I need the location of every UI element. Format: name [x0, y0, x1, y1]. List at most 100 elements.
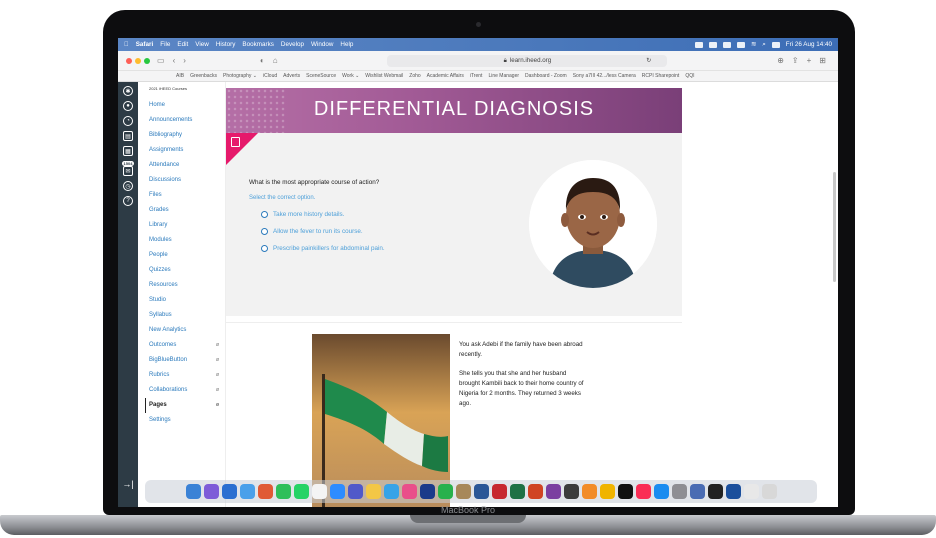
tab-overview-icon[interactable]: ⊞: [819, 56, 826, 65]
history-icon[interactable]: ◷: [123, 181, 133, 191]
notes-icon[interactable]: [365, 484, 381, 499]
favorite-link[interactable]: Adverts: [283, 73, 300, 79]
home-icon[interactable]: ⌂: [273, 56, 278, 65]
trash-icon[interactable]: [761, 484, 777, 499]
calendar-icon[interactable]: ▦: [123, 146, 133, 156]
dashboard-icon[interactable]: ◔: [123, 116, 133, 126]
course-nav-item[interactable]: Bibliography: [149, 128, 225, 143]
status-icon[interactable]: [694, 41, 703, 48]
back-icon[interactable]: ‹: [173, 56, 176, 65]
zoom-window-button[interactable]: [144, 57, 150, 64]
inbox-nav[interactable]: 1504 ✉: [121, 161, 135, 176]
document-icon[interactable]: [743, 484, 759, 499]
app-icon[interactable]: [689, 484, 705, 499]
courses-icon[interactable]: ▤: [123, 131, 133, 141]
expand-nav-icon[interactable]: →|: [122, 479, 133, 489]
account-icon[interactable]: ●: [123, 101, 133, 111]
course-nav-item[interactable]: People: [149, 248, 225, 263]
course-nav-item[interactable]: Syllabus: [149, 308, 225, 323]
course-nav-item[interactable]: Announcements: [149, 113, 225, 128]
finder-icon[interactable]: [185, 484, 201, 499]
favorite-link[interactable]: iTrent: [470, 73, 483, 79]
favorite-link[interactable]: Photography ⌄: [223, 73, 257, 79]
course-nav-item[interactable]: Settings: [149, 413, 225, 428]
scrollbar[interactable]: [833, 172, 836, 282]
course-nav-item[interactable]: New Analytics: [149, 323, 225, 338]
option-label[interactable]: Take more history details.: [273, 211, 344, 218]
course-nav-item[interactable]: Home: [149, 98, 225, 113]
course-nav-item[interactable]: Resources: [149, 278, 225, 293]
word-icon[interactable]: [473, 484, 489, 499]
course-nav-item[interactable]: Grades: [149, 203, 225, 218]
share-icon[interactable]: ⇪: [792, 56, 799, 65]
music-icon[interactable]: [635, 484, 651, 499]
course-nav-item[interactable]: Modules: [149, 233, 225, 248]
option-label[interactable]: Allow the fever to run its course.: [273, 228, 363, 235]
course-nav-item[interactable]: Discussions: [149, 173, 225, 188]
course-nav-item[interactable]: Assignments: [149, 143, 225, 158]
photoshop-icon[interactable]: [419, 484, 435, 499]
favorite-link[interactable]: Dashboard - Zoom: [525, 73, 567, 79]
onenote-icon[interactable]: [545, 484, 561, 499]
menu-view[interactable]: View: [195, 41, 209, 48]
privacy-shield-icon[interactable]: ◐: [260, 56, 265, 65]
course-nav-item[interactable]: Rubrics ø: [149, 368, 225, 383]
option-label[interactable]: Prescribe painkillers for abdominal pain…: [273, 245, 385, 252]
app-store-icon[interactable]: [653, 484, 669, 499]
menu-app-name[interactable]: Safari: [136, 41, 154, 48]
launchpad-icon[interactable]: [203, 484, 219, 499]
favorite-link[interactable]: iCloud: [263, 73, 277, 79]
favorite-link[interactable]: Sony a7III 42.../less Camera: [573, 73, 636, 79]
new-tab-icon[interactable]: +: [807, 56, 812, 65]
zoom-icon[interactable]: [329, 484, 345, 499]
control-center-icon[interactable]: [771, 41, 780, 48]
battery-icon[interactable]: [736, 41, 745, 48]
favorite-link[interactable]: Academic Affairs: [427, 73, 464, 79]
powerpoint-icon[interactable]: [527, 484, 543, 499]
search-icon[interactable]: ⌕: [762, 41, 766, 49]
answer-option[interactable]: Take more history details.: [261, 211, 344, 218]
app-icon[interactable]: [455, 484, 471, 499]
course-breadcrumb[interactable]: 2021 iHEED Courses: [149, 86, 225, 91]
course-nav-item[interactable]: Outcomes ø: [149, 338, 225, 353]
status-icon[interactable]: [722, 41, 731, 48]
course-nav-item[interactable]: Studio: [149, 293, 225, 308]
reload-icon[interactable]: ↻: [646, 57, 651, 64]
excel-icon[interactable]: [509, 484, 525, 499]
radio-button[interactable]: [261, 245, 268, 252]
status-icon[interactable]: [708, 41, 717, 48]
address-bar[interactable]: 🔒︎ learn.iheed.org ↻: [387, 54, 668, 67]
wifi-icon[interactable]: ≋: [751, 41, 756, 48]
sidebar-toggle-icon[interactable]: ▭: [157, 56, 165, 65]
app-icon[interactable]: [725, 484, 741, 499]
radio-button[interactable]: [261, 228, 268, 235]
menu-window[interactable]: Window: [311, 41, 333, 48]
app-icon[interactable]: [491, 484, 507, 499]
course-nav-item[interactable]: Collaborations ø: [149, 383, 225, 398]
favorite-link[interactable]: RCPI Sharepoint: [642, 73, 680, 79]
chrome-icon[interactable]: [257, 484, 273, 499]
favorite-link[interactable]: Wishlist Webmail: [365, 73, 403, 79]
terminal-icon[interactable]: [707, 484, 723, 499]
photos-icon[interactable]: [401, 484, 417, 499]
app-icon[interactable]: [599, 484, 615, 499]
system-preferences-icon[interactable]: [671, 484, 687, 499]
minimize-window-button[interactable]: [135, 57, 141, 64]
favorite-link[interactable]: QQI: [685, 73, 694, 79]
answer-option[interactable]: Prescribe painkillers for abdominal pain…: [261, 245, 385, 252]
menu-help[interactable]: Help: [340, 41, 353, 48]
course-nav-item[interactable]: Library: [149, 218, 225, 233]
menu-develop[interactable]: Develop: [281, 41, 304, 48]
menu-history[interactable]: History: [216, 41, 236, 48]
course-nav-item[interactable]: Attendance: [149, 158, 225, 173]
favorite-link[interactable]: Line Manager: [488, 73, 519, 79]
outlook-icon[interactable]: [221, 484, 237, 499]
favorite-link[interactable]: Work ⌄: [342, 73, 359, 79]
safari-icon[interactable]: [239, 484, 255, 499]
whatsapp-icon[interactable]: [293, 484, 309, 499]
favorite-link[interactable]: Greenbacks: [190, 73, 217, 79]
calendar-icon[interactable]: [311, 484, 327, 499]
answer-option[interactable]: Allow the fever to run its course.: [261, 228, 363, 235]
menu-edit[interactable]: Edit: [177, 41, 188, 48]
apple-icon[interactable]: : [124, 41, 129, 48]
